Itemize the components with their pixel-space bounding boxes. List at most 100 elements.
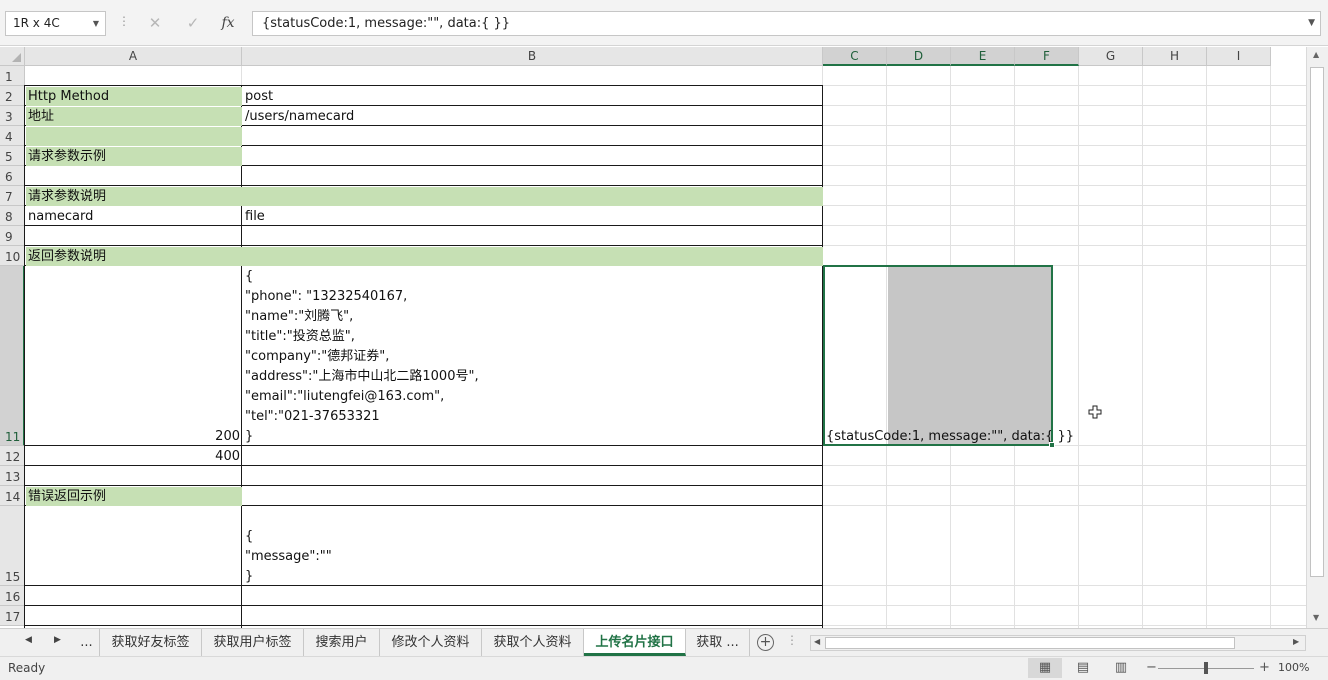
row-header-12[interactable]: 12 bbox=[0, 446, 25, 466]
column-header-g[interactable]: G bbox=[1079, 47, 1143, 66]
select-all-corner[interactable] bbox=[0, 47, 25, 66]
scroll-left-icon[interactable]: ◀ bbox=[814, 637, 820, 646]
row-header-14[interactable]: 14 bbox=[0, 486, 25, 506]
table-border bbox=[241, 85, 242, 628]
next-sheet-icon[interactable]: ▶ bbox=[54, 635, 61, 645]
prev-sheet-icon[interactable]: ◀ bbox=[25, 635, 32, 645]
scroll-down-icon[interactable]: ▼ bbox=[1313, 613, 1319, 622]
column-header-e[interactable]: E bbox=[951, 47, 1015, 66]
normal-view-icon[interactable]: ▦ bbox=[1028, 658, 1062, 678]
cell-b11-line[interactable]: "address":"上海市中山北二路1000号", bbox=[245, 367, 479, 387]
column-header-d[interactable]: D bbox=[887, 47, 951, 66]
table-border bbox=[24, 85, 823, 86]
cell-b3[interactable]: /users/namecard bbox=[245, 107, 354, 127]
page-break-preview-icon[interactable]: ▥ bbox=[1104, 658, 1138, 678]
name-box[interactable]: 1R x 4C ▼ bbox=[5, 11, 106, 36]
row-header-3[interactable]: 3 bbox=[0, 106, 25, 126]
cell-b11-line[interactable]: "phone": "13232540167, bbox=[245, 287, 407, 307]
tab-more-left[interactable]: ... bbox=[74, 629, 100, 656]
row-header-11[interactable]: 11 bbox=[0, 266, 25, 446]
row-header-4[interactable]: 4 bbox=[0, 126, 25, 146]
cell-b15-line[interactable]: { bbox=[245, 527, 253, 547]
cell-a8[interactable]: namecard bbox=[28, 207, 93, 227]
gridline bbox=[1270, 66, 1271, 628]
cancel-icon[interactable]: ✕ bbox=[143, 12, 167, 34]
scroll-thumb[interactable] bbox=[825, 637, 1235, 649]
sheet-tabs-bar: ◀ ▶ ... 获取好友标签 获取用户标签 搜索用户 修改个人资料 获取个人资料… bbox=[0, 628, 1328, 656]
label-fill bbox=[26, 107, 242, 126]
scroll-thumb[interactable] bbox=[1310, 67, 1324, 577]
cell-a12[interactable]: 400 bbox=[26, 447, 240, 467]
row-header-9[interactable]: 9 bbox=[0, 226, 25, 246]
name-box-value: 1R x 4C bbox=[13, 16, 60, 30]
row-header-8[interactable]: 8 bbox=[0, 206, 25, 226]
column-header-c[interactable]: C bbox=[823, 47, 887, 66]
cell-a10[interactable]: 返回参数说明 bbox=[28, 247, 106, 267]
formula-text: {statusCode:1, message:"", data:{ }} bbox=[262, 16, 511, 31]
table-border bbox=[24, 245, 823, 246]
enter-icon[interactable]: ✓ bbox=[181, 12, 205, 34]
cross-cursor-icon bbox=[1088, 405, 1102, 419]
tab-sheet[interactable]: 获取个人资料 bbox=[482, 629, 584, 656]
zoom-thumb[interactable] bbox=[1204, 662, 1208, 674]
row-header-10[interactable]: 10 bbox=[0, 246, 25, 266]
row-header-13[interactable]: 13 bbox=[0, 466, 25, 486]
cell-b11-line[interactable]: "company":"德邦证券", bbox=[245, 347, 389, 367]
cell-a3[interactable]: 地址 bbox=[28, 107, 54, 127]
cell-a11[interactable]: 200 bbox=[26, 427, 240, 447]
column-header-b[interactable]: B bbox=[242, 47, 823, 66]
column-header-f[interactable]: F bbox=[1015, 47, 1079, 66]
zoom-in-icon[interactable]: + bbox=[1259, 660, 1270, 675]
add-sheet-icon[interactable]: + bbox=[757, 634, 774, 651]
zoom-out-icon[interactable]: − bbox=[1146, 660, 1157, 675]
cell-a7[interactable]: 请求参数说明 bbox=[28, 187, 106, 207]
tab-sheet-active[interactable]: 上传名片接口 bbox=[584, 629, 686, 656]
insert-function-icon[interactable]: fx bbox=[216, 12, 240, 34]
cell-b2[interactable]: post bbox=[245, 87, 273, 107]
column-header-i[interactable]: I bbox=[1207, 47, 1271, 66]
cell-b15-line[interactable]: } bbox=[245, 567, 253, 587]
row-header-1[interactable]: 1 bbox=[0, 66, 25, 86]
label-fill bbox=[26, 127, 242, 146]
tab-sheet[interactable]: 修改个人资料 bbox=[380, 629, 482, 656]
fill-handle[interactable] bbox=[1049, 442, 1055, 448]
row-header-7[interactable]: 7 bbox=[0, 186, 25, 206]
cell-b11-line[interactable]: { bbox=[245, 267, 253, 287]
column-header-h[interactable]: H bbox=[1143, 47, 1207, 66]
status-ready: Ready bbox=[8, 661, 46, 675]
cell-b11-line[interactable]: "tel":"021-37653321 bbox=[245, 407, 380, 427]
zoom-level[interactable]: 100% bbox=[1278, 661, 1309, 674]
row-header-17[interactable]: 17 bbox=[0, 606, 25, 626]
label-fill bbox=[26, 187, 823, 206]
cell-b8[interactable]: file bbox=[245, 207, 265, 227]
horizontal-scrollbar[interactable]: ◀ ▶ bbox=[810, 635, 1306, 651]
spreadsheet-grid[interactable]: A B C D E F G H I 1 2 3 4 5 6 7 8 9 10 11 12 13 14 15 16 17 Http … bbox=[0, 47, 1306, 628]
scroll-up-icon[interactable]: ▲ bbox=[1313, 50, 1319, 59]
row-header-2[interactable]: 2 bbox=[0, 86, 25, 106]
tab-sheet[interactable]: 获取好友标签 bbox=[100, 629, 202, 656]
column-header-a[interactable]: A bbox=[25, 47, 242, 66]
cell-a5[interactable]: 请求参数示例 bbox=[28, 147, 106, 167]
selection-range[interactable] bbox=[823, 265, 1053, 446]
scroll-right-icon[interactable]: ▶ bbox=[1293, 637, 1299, 646]
row-header-5[interactable]: 5 bbox=[0, 146, 25, 166]
cell-b11-line[interactable]: } bbox=[245, 427, 253, 447]
grip-icon: ⋮ bbox=[786, 633, 798, 647]
vertical-scrollbar[interactable]: ▲ ▼ bbox=[1306, 47, 1328, 628]
tab-sheet[interactable]: 获取 ... bbox=[686, 629, 750, 656]
cell-b15-line[interactable]: "message":"" bbox=[245, 547, 332, 567]
cell-b11-line[interactable]: "email":"liutengfei@163.com", bbox=[245, 387, 444, 407]
row-header-15[interactable]: 15 bbox=[0, 506, 25, 586]
chevron-down-icon[interactable]: ▼ bbox=[93, 12, 99, 35]
page-layout-icon[interactable]: ▤ bbox=[1066, 658, 1100, 678]
row-header-16[interactable]: 16 bbox=[0, 586, 25, 606]
chevron-down-icon[interactable]: ▼ bbox=[1308, 12, 1315, 35]
cell-a2[interactable]: Http Method bbox=[28, 87, 109, 107]
formula-input[interactable]: {statusCode:1, message:"", data:{ }} ▼ bbox=[252, 11, 1321, 36]
cell-b11-line[interactable]: "name":"刘腾飞", bbox=[245, 307, 353, 327]
row-header-6[interactable]: 6 bbox=[0, 166, 25, 186]
tab-sheet[interactable]: 获取用户标签 bbox=[202, 629, 304, 656]
cell-a14[interactable]: 错误返回示例 bbox=[28, 487, 106, 507]
tab-sheet[interactable]: 搜索用户 bbox=[304, 629, 380, 656]
cell-b11-line[interactable]: "title":"投资总监", bbox=[245, 327, 355, 347]
